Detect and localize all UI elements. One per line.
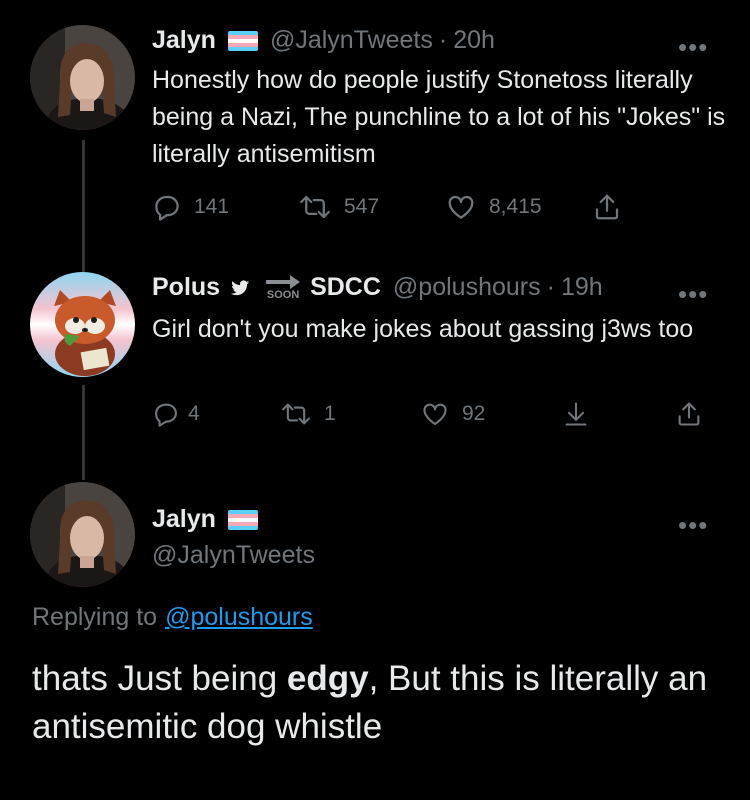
tweet-2-text: Girl don't you make jokes about gassing … [152, 315, 694, 343]
retweet-count: 1 [324, 402, 336, 425]
tweet-1-handle[interactable]: @JalynTweets [270, 26, 433, 55]
tweet-1-text: Honestly how do people justify Stonetoss… [152, 66, 726, 168]
thread-line-1 [82, 140, 85, 272]
share-icon [595, 194, 619, 220]
thread-line-2 [82, 385, 85, 480]
trans-flag-icon [227, 509, 258, 530]
tweet-1-header: Jalyn @JalynTweets · 20h [152, 26, 495, 55]
avatar-jalyn[interactable] [30, 25, 135, 130]
tweet-2-time[interactable]: 19h [561, 273, 603, 302]
tweet-1-time[interactable]: 20h [453, 26, 495, 55]
retweet-button[interactable]: 547 [298, 192, 379, 222]
twitter-bird-icon [230, 280, 250, 295]
bold-word: edgy [286, 659, 369, 698]
reply-icon [155, 403, 177, 427]
download-icon [565, 402, 587, 426]
arrow-right-icon [266, 274, 301, 289]
retweet-button[interactable]: 1 [280, 400, 336, 428]
like-icon [423, 403, 447, 425]
tweet-2-handle[interactable]: @polushours [393, 273, 541, 302]
bookmark-download-button[interactable] [562, 400, 602, 428]
like-icon [448, 195, 474, 219]
tweet-3-name-row: Jalyn [152, 505, 270, 534]
tweet-2-name[interactable]: Polus [152, 273, 220, 302]
dot-separator: · [438, 26, 448, 54]
tweet-2-name-suffix[interactable]: SDCC [310, 273, 381, 302]
tweet-2-header: Polus SOON SDCC @polushours · 19h [152, 273, 603, 302]
like-button[interactable]: 8,415 [445, 192, 542, 222]
share-icon [678, 402, 700, 426]
retweet-count: 547 [344, 195, 380, 218]
reply-button[interactable]: 4 [152, 400, 200, 428]
dot-separator: · [546, 273, 555, 301]
tweet-1-name[interactable]: Jalyn [152, 26, 216, 55]
more-icon[interactable]: ••• [678, 281, 708, 307]
replying-to-line: Replying to @polushours [32, 603, 313, 632]
more-icon[interactable]: ••• [678, 34, 708, 60]
retweet-icon [300, 195, 330, 219]
tweet-3-handle[interactable]: @JalynTweets [152, 541, 315, 570]
replying-prefix: Replying to [32, 603, 158, 631]
trans-flag-icon [227, 30, 258, 51]
retweet-icon [282, 403, 310, 425]
tweet-3-name[interactable]: Jalyn [152, 505, 216, 534]
avatar-jalyn[interactable] [30, 482, 135, 587]
share-button[interactable] [675, 400, 715, 428]
reply-icon [155, 195, 179, 221]
reply-count: 4 [188, 402, 200, 425]
soon-badge: SOON [266, 274, 301, 301]
reply-button[interactable]: 141 [152, 192, 229, 222]
replying-to-link[interactable]: @polushours [165, 603, 313, 632]
share-button[interactable] [592, 192, 634, 222]
reply-count: 141 [194, 195, 230, 218]
like-count: 8,415 [489, 195, 542, 218]
like-button[interactable]: 92 [420, 400, 485, 428]
avatar-polus[interactable] [30, 272, 135, 377]
more-icon[interactable]: ••• [678, 512, 708, 538]
like-count: 92 [462, 402, 486, 425]
tweet-3-text: thats Just being edgy, But this is liter… [32, 659, 708, 746]
